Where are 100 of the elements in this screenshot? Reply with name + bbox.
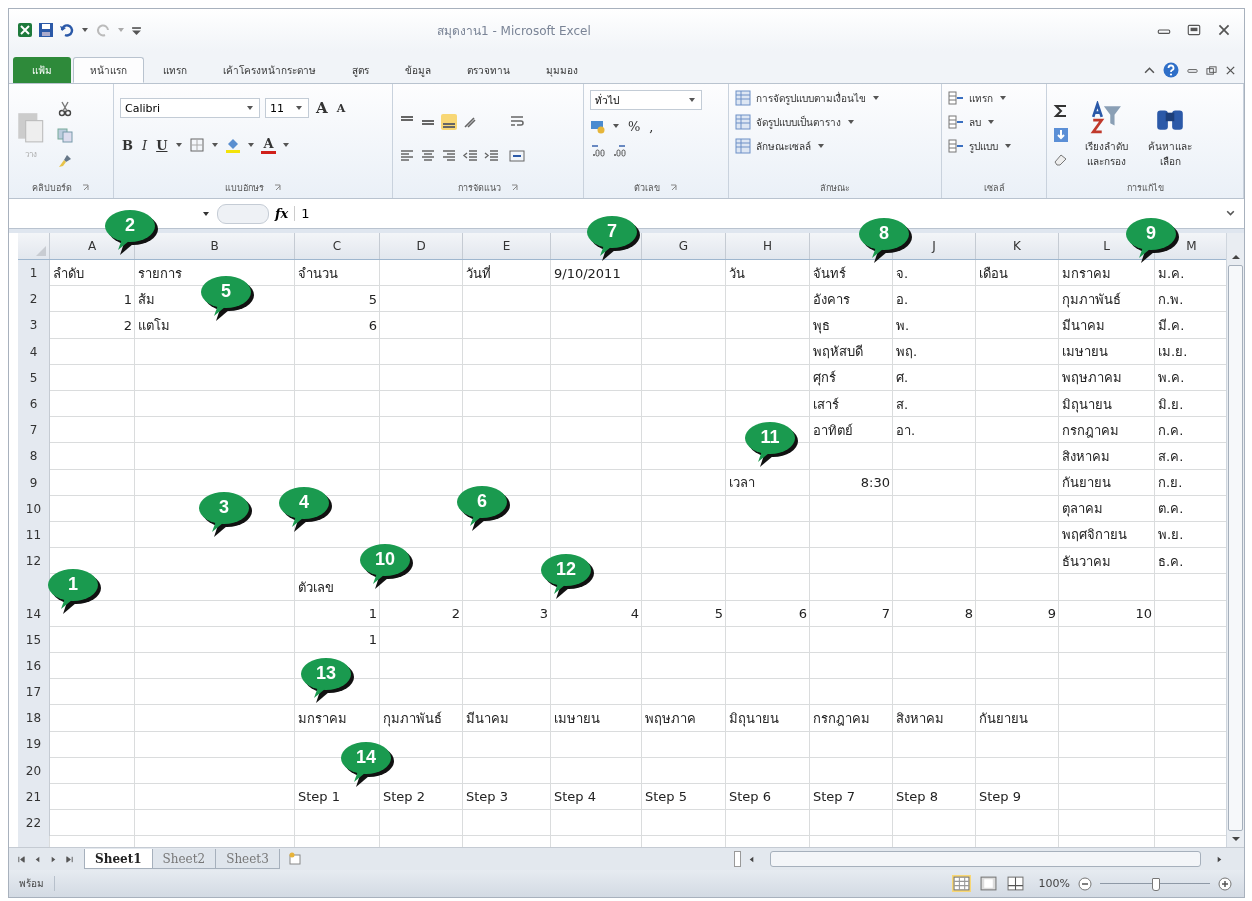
decrease-indent-icon[interactable] bbox=[462, 148, 478, 164]
column-header[interactable]: H bbox=[763, 239, 772, 253]
collapse-ribbon-icon[interactable] bbox=[1144, 64, 1155, 76]
ribbon-tab[interactable]: เค้าโครงหน้ากระดาษ bbox=[206, 57, 333, 83]
scroll-right-icon[interactable] bbox=[1215, 854, 1224, 864]
row-header[interactable]: 4 bbox=[29, 344, 38, 359]
dialog-launcher-icon[interactable] bbox=[670, 184, 678, 192]
row-header[interactable]: 12 bbox=[25, 554, 42, 569]
file-tab[interactable]: แฟ้ม bbox=[13, 57, 71, 83]
ribbon-tab[interactable]: แทรก bbox=[146, 57, 204, 83]
align-center-icon[interactable] bbox=[420, 148, 436, 164]
caret-icon[interactable] bbox=[296, 106, 302, 110]
column-header[interactable]: B bbox=[210, 239, 219, 253]
ribbon-tab[interactable]: สูตร bbox=[335, 57, 386, 83]
row-header[interactable]: 14 bbox=[25, 606, 42, 621]
sum-icon[interactable] bbox=[1053, 103, 1069, 119]
cells-menu-button[interactable]: แทรก bbox=[969, 90, 993, 106]
dialog-launcher-icon[interactable] bbox=[82, 184, 90, 192]
scroll-down-icon[interactable] bbox=[1230, 835, 1241, 843]
caret-icon[interactable] bbox=[176, 143, 183, 147]
row-header[interactable]: 22 bbox=[25, 816, 42, 831]
caret-icon[interactable] bbox=[613, 124, 619, 128]
column-header[interactable]: J bbox=[932, 239, 936, 253]
row-header[interactable]: 10 bbox=[25, 501, 42, 516]
close-icon[interactable] bbox=[1216, 24, 1232, 36]
zoom-in-icon[interactable] bbox=[1218, 876, 1232, 891]
currency-icon[interactable] bbox=[590, 118, 606, 134]
zoom-slider-thumb[interactable] bbox=[1152, 877, 1160, 891]
scroll-left-icon[interactable] bbox=[747, 854, 756, 864]
decrease-decimal-icon[interactable] bbox=[611, 142, 627, 158]
row-header[interactable]: 19 bbox=[25, 737, 42, 752]
caret-icon[interactable] bbox=[1005, 144, 1011, 148]
ribbon-tab[interactable]: มุมมอง bbox=[529, 57, 595, 83]
font-color-button[interactable]: A bbox=[261, 136, 276, 154]
expand-icon[interactable] bbox=[1225, 208, 1236, 219]
cells-menu-button[interactable]: ลบ bbox=[969, 114, 981, 130]
increase-indent-icon[interactable] bbox=[483, 148, 499, 164]
column-header[interactable]: E bbox=[502, 239, 511, 253]
undo-icon[interactable] bbox=[59, 22, 75, 38]
caret-icon[interactable] bbox=[873, 96, 879, 100]
first-sheet-icon[interactable] bbox=[17, 854, 26, 864]
column-header[interactable]: K bbox=[1013, 239, 1021, 253]
paintbrush-icon[interactable] bbox=[57, 153, 73, 169]
caret-icon[interactable] bbox=[689, 98, 695, 102]
cut-icon[interactable] bbox=[57, 101, 73, 117]
fill-bucket-icon[interactable] bbox=[225, 137, 242, 153]
align-bottom-icon[interactable] bbox=[441, 114, 457, 130]
row-header[interactable]: 15 bbox=[25, 632, 42, 647]
ribbon-tab[interactable]: ข้อมูล bbox=[388, 57, 448, 83]
page-break-icon[interactable] bbox=[1005, 875, 1025, 892]
caret-icon[interactable] bbox=[247, 106, 253, 110]
caret-icon[interactable] bbox=[1000, 96, 1006, 100]
caret-icon[interactable] bbox=[818, 144, 824, 148]
column-header[interactable]: G bbox=[678, 239, 689, 253]
previous-sheet-icon[interactable] bbox=[33, 854, 42, 864]
caret-icon[interactable] bbox=[988, 120, 994, 124]
formula-field[interactable]: 1 bbox=[301, 206, 1219, 221]
column-header[interactable]: C bbox=[332, 239, 342, 253]
sort-filter-button[interactable]: เรียงลำดับและกรอง bbox=[1079, 139, 1133, 169]
insert-function-button[interactable]: fx bbox=[275, 206, 296, 221]
help-icon[interactable] bbox=[1163, 62, 1179, 78]
fill-down-icon[interactable] bbox=[1053, 127, 1069, 143]
row-header[interactable]: 2 bbox=[29, 292, 38, 307]
row-header[interactable]: 7 bbox=[29, 423, 38, 438]
column-header[interactable]: D bbox=[416, 239, 426, 253]
align-right-icon[interactable] bbox=[441, 148, 457, 164]
caret-icon[interactable] bbox=[82, 28, 88, 32]
percent-button[interactable]: % bbox=[626, 118, 643, 134]
dialog-launcher-icon[interactable] bbox=[510, 184, 519, 192]
comma-button[interactable]: , bbox=[647, 118, 656, 134]
row-header[interactable]: 3 bbox=[29, 318, 38, 333]
increase-decimal-icon[interactable] bbox=[590, 142, 606, 158]
underline-button[interactable]: U bbox=[154, 137, 170, 153]
row-header[interactable]: 17 bbox=[25, 685, 42, 700]
find-select-button[interactable]: ค้นหาและเลือก bbox=[1143, 139, 1197, 169]
caret-icon[interactable] bbox=[848, 120, 854, 124]
styles-menu-button[interactable]: ลักษณะเซลล์ bbox=[756, 138, 811, 154]
sheet-tab[interactable]: Sheet1 bbox=[84, 849, 153, 869]
last-sheet-icon[interactable] bbox=[65, 854, 74, 864]
grow-font-button[interactable]: A bbox=[314, 99, 330, 117]
column-header[interactable]: L bbox=[1103, 239, 1110, 253]
scroll-thumb[interactable] bbox=[769, 851, 1202, 867]
row-header[interactable]: 20 bbox=[25, 763, 42, 778]
split-handle[interactable] bbox=[734, 851, 741, 867]
dialog-launcher-icon[interactable] bbox=[273, 184, 282, 192]
scroll-thumb[interactable] bbox=[1228, 265, 1243, 831]
styles-menu-button[interactable]: จัดรูปแบบเป็นตาราง bbox=[756, 114, 841, 130]
vertical-scrollbar[interactable] bbox=[1226, 233, 1244, 847]
font-size-field[interactable]: 11 bbox=[265, 98, 309, 118]
caret-icon[interactable] bbox=[248, 143, 255, 147]
spreadsheet-logo-icon[interactable] bbox=[17, 22, 33, 38]
close-icon[interactable] bbox=[1225, 64, 1236, 76]
restore-icon[interactable] bbox=[1206, 64, 1217, 76]
row-header[interactable]: 8 bbox=[29, 449, 38, 464]
scroll-up-icon[interactable] bbox=[1230, 253, 1241, 261]
caret-icon[interactable] bbox=[282, 143, 289, 147]
row-header[interactable]: 18 bbox=[25, 711, 42, 726]
ribbon-tab[interactable]: หน้าแรก bbox=[73, 57, 144, 83]
align-left-icon[interactable] bbox=[399, 148, 415, 164]
ribbon-tab[interactable]: ตรวจทาน bbox=[450, 57, 527, 83]
